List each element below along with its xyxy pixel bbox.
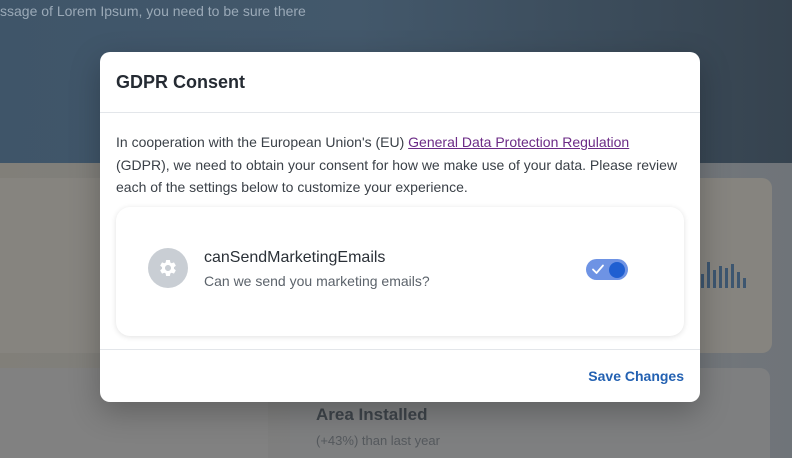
check-icon	[592, 264, 604, 274]
intro-text-start: In cooperation with the European Union's…	[116, 134, 409, 150]
consent-intro-text: In cooperation with the European Union's…	[116, 131, 684, 199]
gear-icon	[148, 247, 188, 288]
setting-description: Can we send you marketing emails?	[204, 272, 430, 289]
background-bar-chart	[701, 258, 749, 288]
toggle-knob	[609, 261, 625, 278]
intro-text-end: (GDPR), we need to obtain your consent f…	[116, 156, 678, 196]
background-stat-subtitle: (+43%) than last year	[316, 433, 440, 448]
background-stat-title: Area Installed	[316, 405, 428, 424]
modal-body: In cooperation with the European Union's…	[100, 113, 700, 336]
gdpr-consent-modal: GDPR Consent In cooperation with the Eur…	[100, 52, 700, 402]
setting-card: canSendMarketingEmails Can we send you m…	[116, 206, 684, 336]
modal-title: GDPR Consent	[116, 72, 246, 92]
save-changes-button[interactable]: Save Changes	[588, 368, 684, 384]
marketing-emails-toggle[interactable]	[586, 258, 628, 280]
gdpr-regulation-link[interactable]: General Data Protection Regulation	[408, 134, 629, 150]
background-header-text: ssage of Lorem Ipsum, you need to be sur…	[0, 3, 306, 19]
modal-header: GDPR Consent	[100, 52, 700, 113]
modal-footer: Save Changes	[100, 349, 700, 402]
setting-name: canSendMarketingEmails	[204, 248, 386, 266]
